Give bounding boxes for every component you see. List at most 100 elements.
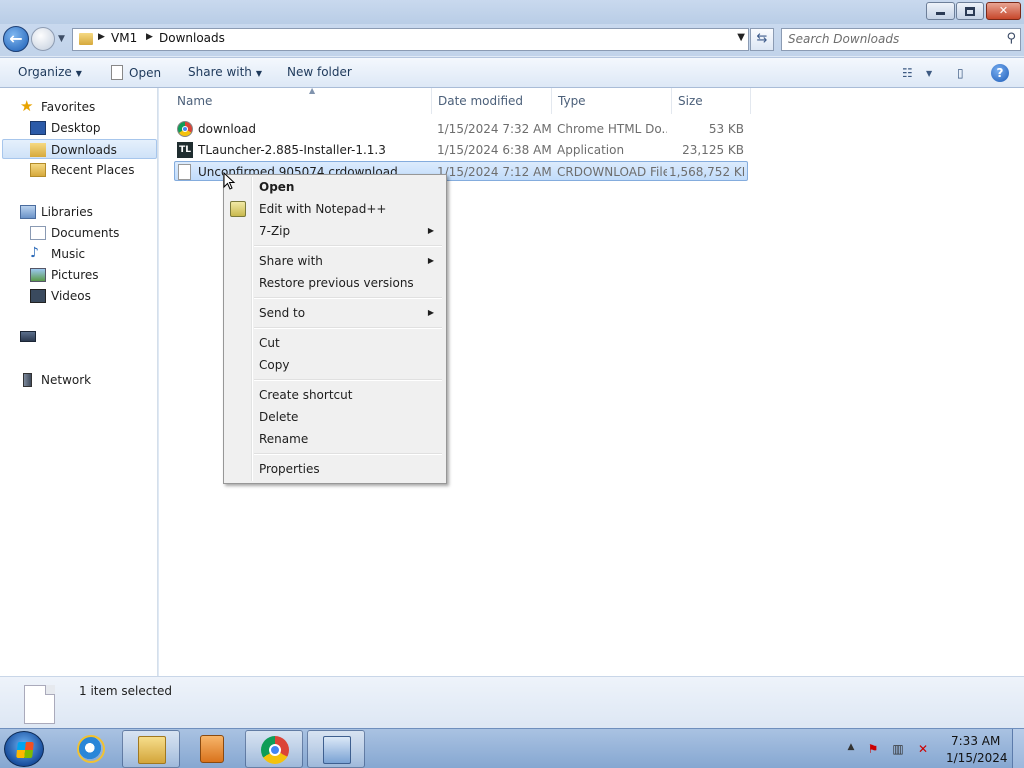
taskbar-internet-explorer[interactable] [62, 730, 120, 768]
share-with-button[interactable]: Share with ▼ [188, 65, 262, 79]
file-thumbnail-icon [24, 685, 55, 724]
volume-muted-icon[interactable]: ✕ [915, 742, 931, 756]
chrome-icon [261, 736, 289, 764]
maximize-button[interactable] [956, 2, 984, 20]
menu-item-edit-notepad[interactable]: Edit with Notepad++ [226, 198, 444, 220]
folder-icon [79, 33, 93, 45]
sidebar-item-music[interactable]: ♪ Music [30, 244, 150, 264]
taskbar-windows-explorer[interactable] [122, 730, 180, 768]
menu-item-copy[interactable]: Copy [226, 354, 444, 376]
menu-label: Properties [259, 462, 320, 476]
menu-label: Restore previous versions [259, 276, 414, 290]
forward-button[interactable] [31, 27, 55, 51]
search-icon[interactable]: ⚲ [1006, 31, 1016, 46]
start-button[interactable] [4, 731, 44, 767]
clock-time[interactable]: 7:33 AM [951, 734, 1000, 748]
blank-file-icon [178, 164, 191, 180]
sidebar-item-computer[interactable] [20, 328, 60, 348]
menu-item-send-to[interactable]: Send to ▶ [226, 302, 444, 324]
windows-logo-icon [16, 742, 34, 758]
column-header-type[interactable]: Type [552, 88, 672, 114]
context-menu: Open Edit with Notepad++ 7-Zip ▶ Share wi… [223, 174, 447, 484]
show-hidden-icons-icon[interactable]: ▲ [843, 742, 859, 756]
pictures-icon [30, 268, 46, 282]
action-center-icon[interactable]: ⚑ [865, 742, 881, 756]
menu-item-open[interactable]: Open [226, 176, 444, 198]
show-desktop-button[interactable] [1012, 729, 1024, 768]
file-type: Chrome HTML Do... [557, 122, 667, 136]
sidebar-item-desktop[interactable]: Desktop [30, 118, 150, 138]
search-input[interactable] [788, 32, 998, 46]
star-icon: ★ [20, 97, 34, 115]
taskbar-chrome[interactable] [245, 730, 303, 768]
recent-pages-dropdown[interactable]: ▼ [58, 34, 65, 44]
menu-label: Open [259, 180, 295, 194]
menu-item-cut[interactable]: Cut [226, 332, 444, 354]
desktop-icon [30, 121, 46, 135]
organize-button[interactable]: Organize ▼ [18, 65, 82, 79]
back-button[interactable]: ← [3, 26, 29, 52]
address-bar[interactable]: ▶ VM1 ▶ Downloads ▼ [72, 28, 749, 51]
change-view-icon[interactable]: ☷ [902, 66, 913, 80]
help-icon[interactable]: ? [991, 64, 1009, 82]
column-header-size[interactable]: Size [672, 88, 751, 114]
taskbar-control-panel[interactable] [307, 730, 365, 768]
new-folder-button[interactable]: New folder [287, 65, 352, 79]
chrome-icon [177, 121, 193, 137]
breadcrumb-downloads[interactable]: Downloads [159, 31, 225, 45]
tlauncher-icon: TL [177, 142, 193, 158]
mouse-cursor-icon [223, 172, 236, 190]
menu-item-create-shortcut[interactable]: Create shortcut [226, 384, 444, 406]
file-name: download [198, 122, 257, 136]
open-button[interactable]: Open [111, 65, 161, 80]
sidebar-item-videos[interactable]: Videos [30, 286, 150, 306]
libraries-icon [20, 205, 36, 219]
menu-label: Edit with Notepad++ [259, 202, 387, 216]
breadcrumb-separator-icon[interactable]: ▶ [146, 32, 153, 42]
sidebar-label: Desktop [51, 121, 101, 135]
menu-item-share-with[interactable]: Share with ▶ [226, 250, 444, 272]
column-header-name[interactable]: Name ▲ [171, 86, 432, 114]
sidebar-item-network[interactable]: Network [20, 370, 150, 390]
submenu-arrow-icon: ▶ [427, 308, 434, 317]
sidebar-item-downloads[interactable]: Downloads [2, 139, 157, 159]
address-dropdown-icon[interactable]: ▼ [737, 32, 745, 43]
menu-item-delete[interactable]: Delete [226, 406, 444, 428]
search-box[interactable]: ⚲ [781, 28, 1021, 51]
preview-pane-icon[interactable]: ▯ [957, 66, 964, 80]
organize-label: Organize [18, 65, 72, 79]
menu-item-restore-previous-versions[interactable]: Restore previous versions [226, 272, 444, 294]
internet-explorer-icon [77, 735, 105, 763]
sidebar-label: Pictures [51, 268, 99, 282]
folder-icon [138, 736, 166, 764]
file-row-download[interactable]: download 1/15/2024 7:32 AM Chrome HTML D… [174, 119, 748, 139]
menu-separator [254, 379, 442, 381]
close-button[interactable]: ✕ [986, 2, 1021, 20]
sidebar-item-pictures[interactable]: Pictures [30, 265, 150, 285]
sidebar-item-documents[interactable]: Documents [30, 223, 150, 243]
view-options-dropdown[interactable]: ▼ [926, 69, 932, 78]
sidebar-label: Favorites [41, 100, 96, 114]
sidebar-item-recent-places[interactable]: Recent Places [30, 160, 150, 180]
taskbar-media-player[interactable] [183, 730, 241, 768]
refresh-button[interactable]: ⇆ [750, 28, 774, 51]
media-player-icon [200, 735, 224, 763]
breadcrumb-vm1[interactable]: VM1 [111, 31, 137, 45]
sidebar-item-favorites[interactable]: ★ Favorites [20, 97, 150, 117]
menu-item-rename[interactable]: Rename [226, 428, 444, 450]
file-type: CRDOWNLOAD File [557, 165, 667, 179]
column-header-date-modified[interactable]: Date modified [432, 88, 552, 114]
status-text: 1 item selected [79, 684, 173, 698]
menu-label: Rename [259, 432, 309, 446]
navigation-pane: ★ Favorites Desktop Downloads Recent Pla… [0, 88, 158, 676]
file-row-tlauncher[interactable]: TL TLauncher-2.885-Installer-1.1.3 1/15/… [174, 140, 748, 160]
menu-item-7zip[interactable]: 7-Zip ▶ [226, 220, 444, 242]
sidebar-item-libraries[interactable]: Libraries [20, 202, 150, 222]
menu-item-properties[interactable]: Properties [226, 458, 444, 480]
network-status-icon[interactable]: ▥ [890, 742, 906, 756]
notepad-plus-plus-icon [230, 201, 246, 217]
clock-date[interactable]: 1/15/2024 [946, 751, 1008, 765]
minimize-button[interactable] [926, 2, 955, 20]
breadcrumb-separator-icon[interactable]: ▶ [98, 32, 105, 42]
menu-label: Create shortcut [259, 388, 353, 402]
